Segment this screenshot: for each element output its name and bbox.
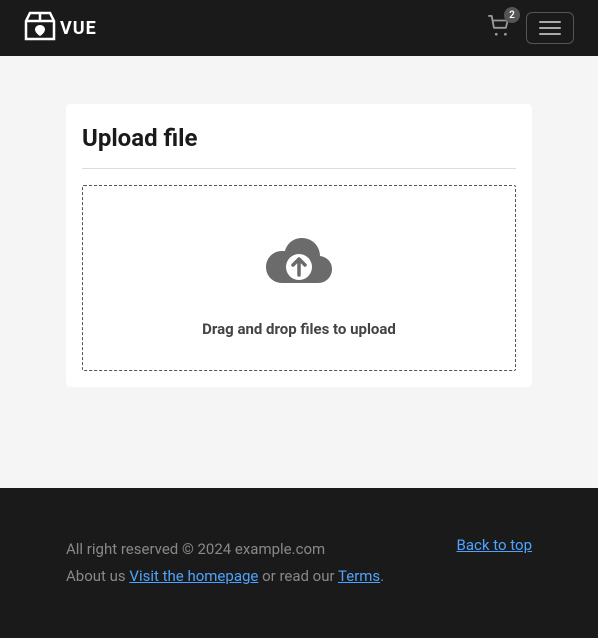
brand-text: VUE [60, 18, 97, 39]
footer-text: All right reserved © 2024 example.com Ab… [66, 536, 384, 590]
dropzone-text: Drag and drop files to upload [99, 320, 499, 338]
page-title: Upload file [82, 124, 516, 152]
period: . [380, 567, 384, 585]
terms-link[interactable]: Terms [338, 567, 380, 585]
brand-logo[interactable]: VUE [24, 11, 97, 46]
upload-card: Upload file Drag and drop files to uploa… [66, 104, 532, 387]
footer: All right reserved © 2024 example.com Ab… [0, 488, 598, 638]
about-prefix: About us [66, 567, 129, 585]
copyright-text: All right reserved © 2024 example.com [66, 536, 384, 563]
menu-toggle[interactable] [526, 12, 574, 44]
logo-icon [24, 11, 56, 46]
homepage-link[interactable]: Visit the homepage [129, 567, 258, 585]
cart-badge: 2 [504, 7, 520, 23]
cloud-upload-icon [99, 234, 499, 292]
main-content: Upload file Drag and drop files to uploa… [0, 56, 598, 488]
nav-right: 2 [488, 12, 574, 44]
cart-icon [488, 22, 510, 41]
back-to-top-link[interactable]: Back to top [457, 536, 532, 554]
cart-button[interactable]: 2 [488, 15, 510, 41]
read-prefix: or read our [258, 567, 338, 585]
navbar: VUE 2 [0, 0, 598, 56]
file-dropzone[interactable]: Drag and drop files to upload [82, 185, 516, 371]
divider [82, 168, 516, 169]
